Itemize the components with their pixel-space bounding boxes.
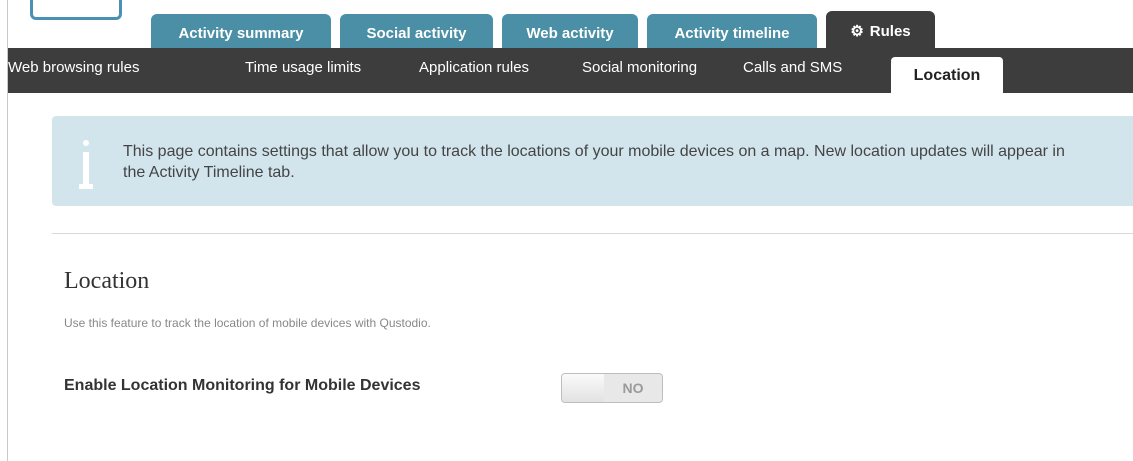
toggle-state: NO bbox=[604, 374, 662, 402]
section-title: Location bbox=[64, 268, 150, 294]
location-monitoring-label: Enable Location Monitoring for Mobile De… bbox=[64, 377, 421, 394]
gear-icon: ⚙ bbox=[850, 23, 864, 40]
tab-label: Activity timeline bbox=[674, 25, 790, 42]
info-box: This page contains settings that allow y… bbox=[52, 116, 1133, 206]
subnav-web-browsing-rules[interactable]: Web browsing rules bbox=[8, 48, 139, 93]
toggle-knob[interactable] bbox=[562, 374, 605, 402]
info-text: This page contains settings that allow y… bbox=[123, 143, 1065, 181]
tab-web-activity[interactable]: Web activity bbox=[502, 14, 638, 48]
tab-label: Web activity bbox=[526, 25, 614, 42]
info-icon bbox=[77, 140, 95, 190]
subnav-application-rules[interactable]: Application rules bbox=[419, 48, 529, 93]
location-monitoring-toggle[interactable]: NO bbox=[561, 373, 663, 403]
tab-label: Social activity bbox=[366, 25, 467, 42]
subnav-social-monitoring[interactable]: Social monitoring bbox=[582, 48, 697, 93]
tab-label: Activity summary bbox=[178, 25, 304, 42]
subnav-location[interactable]: Location bbox=[891, 57, 1003, 93]
tab-social-activity[interactable]: Social activity bbox=[340, 14, 493, 48]
divider bbox=[52, 233, 1133, 234]
section-description: Use this feature to track the location o… bbox=[64, 316, 431, 330]
rules-subnav: Web browsing rules Time usage limits App… bbox=[8, 48, 1133, 93]
tab-label: Rules bbox=[869, 23, 911, 40]
tab-activity-summary[interactable]: Activity summary bbox=[151, 14, 331, 48]
subnav-calls-and-sms[interactable]: Calls and SMS bbox=[743, 48, 842, 93]
tab-activity-timeline[interactable]: Activity timeline bbox=[647, 14, 817, 48]
tab-rules[interactable]: ⚙ Rules bbox=[826, 11, 935, 48]
main-tabs: Activity summary Social activity Web act… bbox=[0, 0, 1133, 48]
subnav-time-usage-limits[interactable]: Time usage limits bbox=[245, 48, 361, 93]
